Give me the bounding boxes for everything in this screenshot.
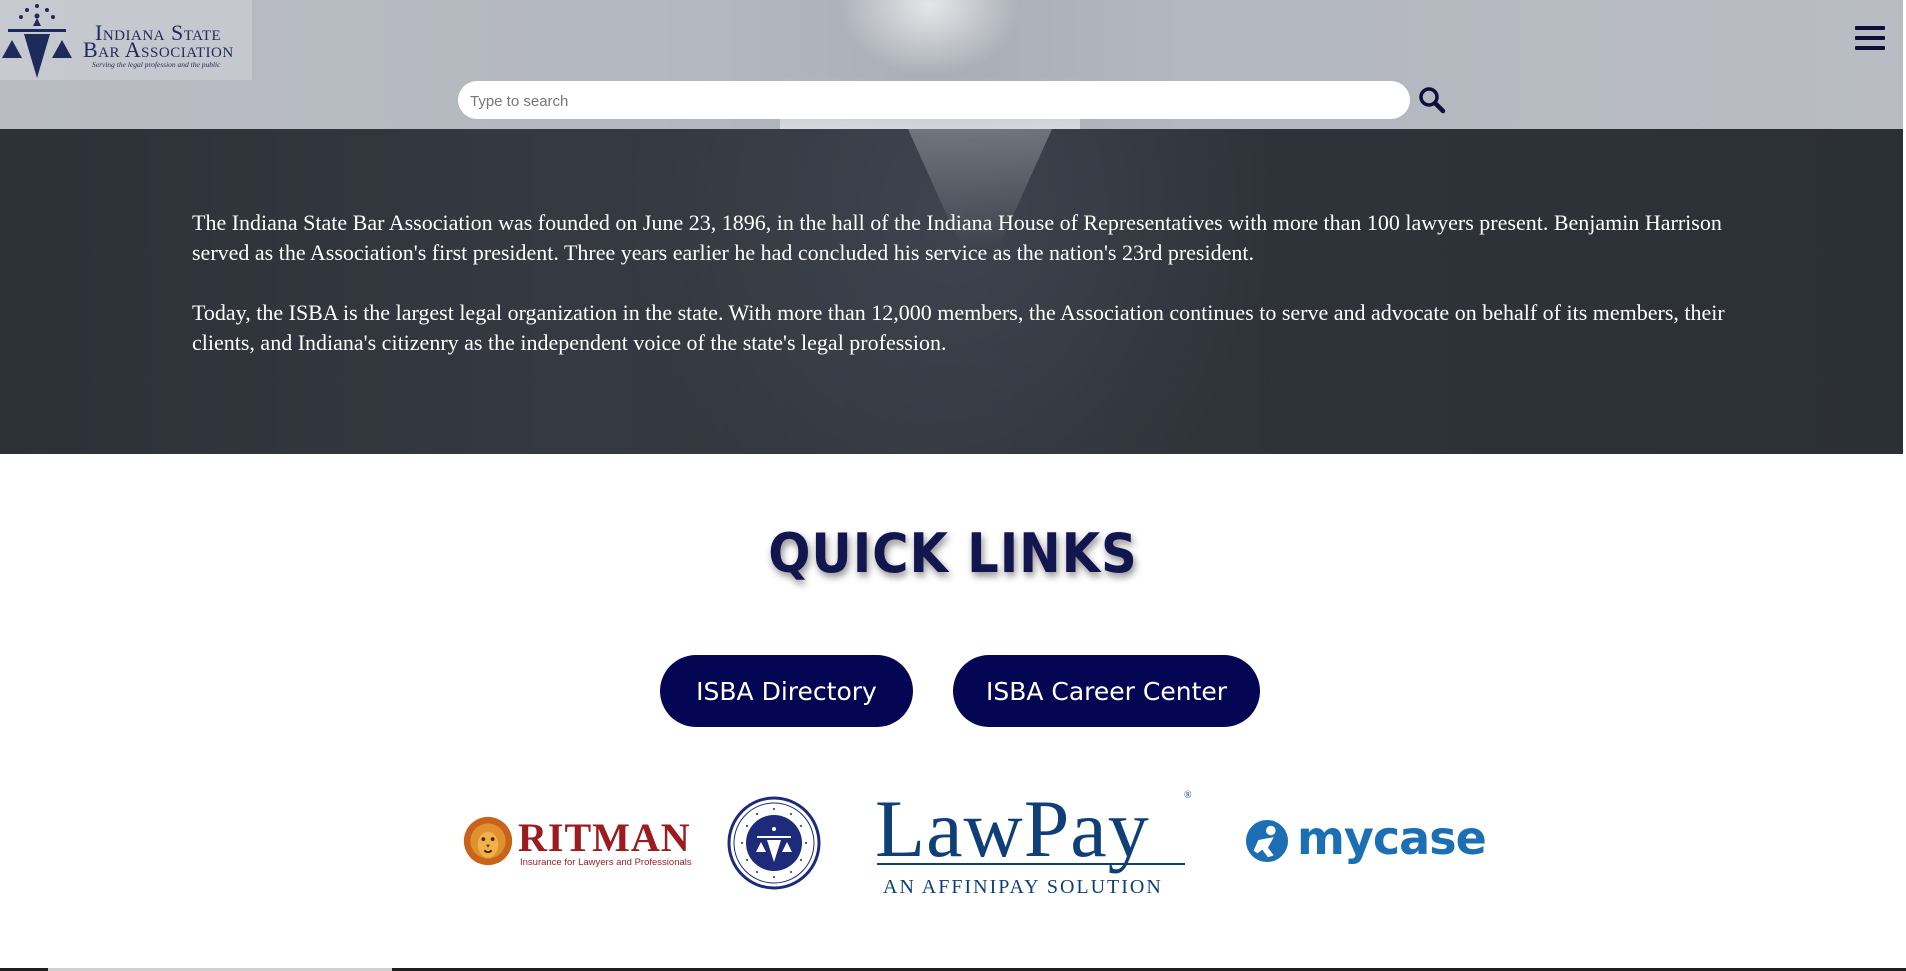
hero-text: The Indiana State Bar Association was fo… <box>192 208 1732 388</box>
ritman-wordmark: RITMAN <box>518 815 691 860</box>
search-bar <box>458 81 1410 121</box>
isba-directory-button[interactable]: ISBA Directory <box>660 655 913 727</box>
isba-seal-icon <box>727 796 821 890</box>
hero-paragraph-today: Today, the ISBA is the largest legal org… <box>192 300 1725 355</box>
mycase-wordmark: mycase <box>1297 811 1487 865</box>
lawpay-registered-mark: ® <box>1184 790 1192 801</box>
isba-logo[interactable]: Indiana State Bar Association Serving th… <box>0 0 252 80</box>
mycase-person-icon <box>1245 819 1289 863</box>
mycase-logo[interactable]: mycase <box>1245 811 1487 871</box>
isba-scales-logo-icon <box>2 4 72 78</box>
search-icon[interactable] <box>1418 86 1446 114</box>
lawpay-logo[interactable]: LawPay ® AN AFFINIPAY SOLUTION <box>875 784 1195 900</box>
hero-paragraph-history: The Indiana State Bar Association was fo… <box>192 210 1722 265</box>
lawpay-wordmark: LawPay <box>875 783 1150 874</box>
logo-tagline: Serving the legal profession and the pub… <box>92 60 221 69</box>
site-header: Indiana State Bar Association Serving th… <box>0 0 1903 129</box>
ritman-logo[interactable]: RITMAN Insurance for Lawyers and Profess… <box>462 810 692 876</box>
lawpay-divider <box>877 863 1185 865</box>
isba-career-center-button[interactable]: ISBA Career Center <box>953 655 1260 727</box>
hero-section: The Indiana State Bar Association was fo… <box>0 129 1903 454</box>
search-input[interactable] <box>468 81 1402 121</box>
quick-links-title: QUICK LINKS <box>768 522 1138 585</box>
lawpay-tagline: AN AFFINIPAY SOLUTION <box>883 876 1163 898</box>
ritman-tagline: Insurance for Lawyers and Professionals <box>520 857 692 868</box>
isba-insurance-agency-seal[interactable] <box>727 796 821 890</box>
lion-icon <box>463 816 513 866</box>
hamburger-menu-icon[interactable] <box>1855 26 1885 54</box>
